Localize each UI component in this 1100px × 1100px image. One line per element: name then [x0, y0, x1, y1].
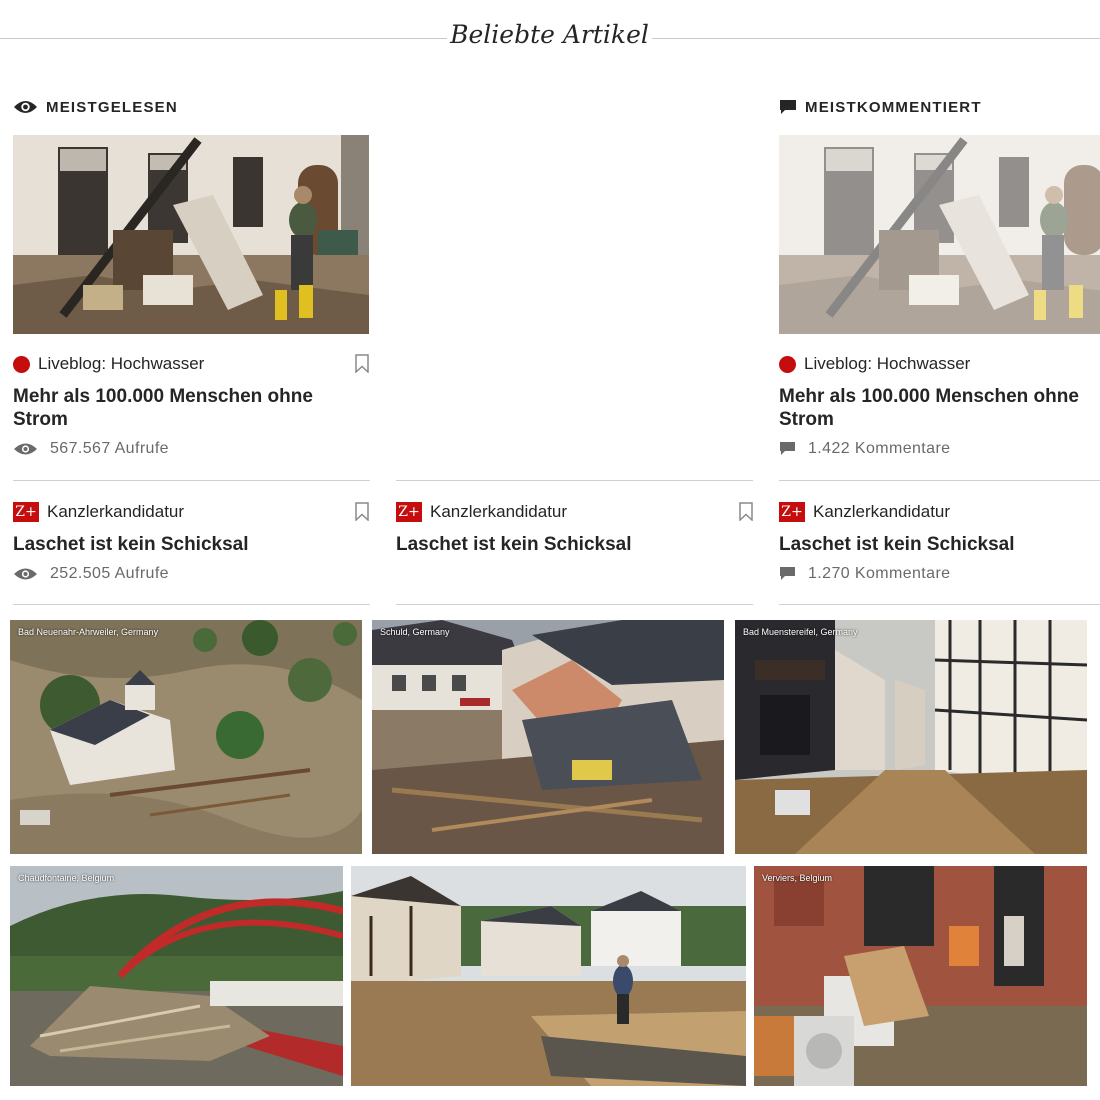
photo-location: Verviers, Belgium [762, 873, 833, 883]
bookmark-icon[interactable] [739, 502, 753, 526]
divider [396, 480, 753, 481]
bookmark-icon[interactable] [355, 354, 369, 378]
article-kicker: Z+ Kanzlerkandidatur [396, 501, 567, 523]
photo-aerial-flood[interactable]: Bad Neuenahr-Ahrweiler, Germany [10, 620, 362, 854]
photo-flooded-village[interactable] [351, 866, 746, 1086]
views-count: 567.567 Aufrufe [50, 440, 169, 457]
article-image[interactable] [13, 135, 369, 334]
header-rule-left [0, 38, 447, 39]
eye-icon [13, 567, 38, 581]
article-comments: 1.422 Kommentare [779, 438, 950, 460]
photo-location: Bad Neuenahr-Ahrweiler, Germany [18, 627, 159, 637]
live-dot-icon [779, 355, 796, 373]
zplus-badge: Z+ [13, 502, 39, 522]
divider [13, 604, 370, 605]
article-headline[interactable]: Laschet ist kein Schicksal [13, 533, 343, 556]
most-commented-label: MEISTKOMMENTIERT [805, 98, 982, 116]
live-dot-icon [13, 355, 30, 373]
article-views: 252.505 Aufrufe [13, 563, 169, 585]
zplus-badge: Z+ [396, 502, 422, 522]
views-count: 252.505 Aufrufe [50, 565, 169, 582]
article-kicker: Z+ Kanzlerkandidatur [779, 501, 950, 523]
photo-location: Bad Muenstereifel, Germany [743, 627, 858, 637]
section-header: Beliebte Artikel [0, 0, 1100, 78]
article-headline[interactable]: Mehr als 100.000 Menschen ohne Strom [13, 385, 343, 431]
kicker-text: Liveblog: Hochwasser [38, 354, 205, 373]
photo-flooded-street[interactable]: Bad Muenstereifel, Germany [735, 620, 1087, 854]
comment-icon [779, 441, 796, 457]
article-headline[interactable]: Mehr als 100.000 Menschen ohne Strom [779, 385, 1089, 431]
divider [779, 480, 1100, 481]
kicker-text: Kanzlerkandidatur [47, 502, 185, 521]
article-headline[interactable]: Laschet ist kein Schicksal [396, 533, 726, 556]
article-comments: 1.270 Kommentare [779, 563, 950, 585]
comment-icon [779, 566, 796, 582]
comments-count: 1.270 Kommentare [808, 565, 951, 582]
most-read-heading: MEISTGELESEN [13, 96, 178, 118]
eye-icon [13, 442, 38, 456]
divider [779, 604, 1100, 605]
bookmark-icon[interactable] [355, 502, 369, 526]
comments-count: 1.422 Kommentare [808, 440, 951, 457]
header-rule-right [652, 38, 1100, 39]
photo-location: Schuld, Germany [380, 627, 450, 637]
photo-bridge-debris[interactable]: Chaudfontaine, Belgium [10, 866, 343, 1086]
zplus-badge: Z+ [779, 502, 805, 522]
article-kicker: Z+ Kanzlerkandidatur [13, 501, 184, 523]
most-read-label: MEISTGELESEN [46, 98, 178, 116]
photo-location: Chaudfontaine, Belgium [18, 873, 115, 883]
photo-damaged-belongings[interactable]: Verviers, Belgium [754, 866, 1087, 1086]
kicker-text: Liveblog: Hochwasser [804, 354, 971, 373]
most-commented-heading: MEISTKOMMENTIERT [779, 96, 982, 118]
kicker-text: Kanzlerkandidatur [813, 502, 951, 521]
article-image[interactable] [779, 135, 1100, 334]
divider [396, 604, 753, 605]
article-views: 567.567 Aufrufe [13, 438, 169, 460]
article-kicker: Liveblog: Hochwasser [779, 353, 970, 375]
article-headline[interactable]: Laschet ist kein Schicksal [779, 533, 1089, 556]
photo-destroyed-houses[interactable]: Schuld, Germany [372, 620, 724, 854]
comment-icon [779, 99, 797, 116]
article-kicker: Liveblog: Hochwasser [13, 353, 204, 375]
eye-icon [13, 99, 38, 115]
divider [13, 480, 370, 481]
section-title: Beliebte Artikel [450, 20, 649, 49]
kicker-text: Kanzlerkandidatur [430, 502, 568, 521]
